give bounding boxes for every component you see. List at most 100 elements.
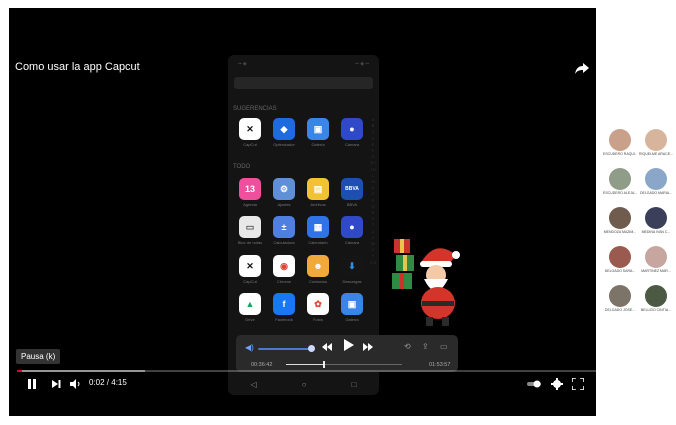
phone-app-label: Facebook [275,317,293,322]
phone-status-bar: ▪▪ ◆ ▪▪ ◆ ▪▪ [238,61,369,67]
phone-app-label: Calculadora [273,240,295,245]
phone-app-label: Archivos [310,202,326,207]
avatar [645,129,667,151]
media-popup: ◀) ⟲ ⇪ ▭ 00:36:42 01:53:57 [236,335,458,372]
participant-tile[interactable]: MARTINEZ MAR... [639,244,673,278]
phone-app-icon: ✿ Fotos [304,293,332,322]
phone-app-glyph: ● [341,118,363,140]
phone-app-icon: ◆ Optimizador [270,118,298,147]
phone-section-all: TODO [233,164,251,170]
phone-app-icon: ● Cámara [338,118,366,147]
phone-app-icon: ✕ CapCut [236,118,264,147]
video-played-bar [17,370,22,372]
video-player[interactable]: Como usar la app Capcut ▪▪ ◆ ▪▪ ◆ ▪▪ SUGE… [9,8,596,416]
phone-app-glyph: ● [341,216,363,238]
santa-sticker [386,233,476,333]
participant-tile[interactable]: DELGADO JOSE... [603,283,637,317]
share-icon[interactable] [574,60,590,76]
participant-name: MENDOZA MAZIM... [603,230,637,234]
phone-app-label: Descargas [342,279,362,284]
phone-app-glyph: f [273,293,295,315]
avatar [609,168,631,190]
participant-name: MEDINA IVAN C... [641,230,671,234]
avatar [609,285,631,307]
participant-name: RIQUELME ARACE... [639,152,673,156]
participant-name: DELGADO JOSE... [604,308,636,312]
phone-app-icon: 13 Agenda [236,178,264,207]
phone-app-icon: ▲ Drive [236,293,264,322]
popup-progress-fill [286,364,324,365]
phone-app-icon: ▣ Galería [304,118,332,147]
phone-app-glyph: BBVA [341,178,363,200]
popup-pip-icon: ▭ [440,342,448,351]
phone-app-glyph: ☻ [307,255,329,277]
phone-app-icon: f Facebook [270,293,298,322]
phone-app-glyph: ✕ [239,255,261,277]
phone-app-glyph: ◆ [273,118,295,140]
popup-loop-icon: ⟲ [404,342,411,351]
phone-app-glyph: ▣ [307,118,329,140]
popup-rewind-icon [321,340,333,358]
fullscreen-icon[interactable] [571,377,585,395]
participant-tile[interactable]: RIQUELME ARACE... [639,127,673,161]
phone-app-icon: ▣ Galería [338,293,366,322]
participant-tile[interactable]: MENDOZA MAZIM... [603,205,637,239]
video-buffered-bar [17,370,145,372]
popup-forward-icon [362,340,374,358]
popup-share-icon: ⇪ [422,342,429,351]
participant-tile[interactable]: MEDINA IVAN C... [639,205,673,239]
popup-volume-bar [258,348,310,350]
phone-app-label: Cámara [344,142,360,147]
next-icon[interactable] [50,377,62,395]
recents-icon: □ [351,379,357,389]
phone-app-label: Bloc de notas [237,240,263,245]
phone-app-glyph: ◉ [273,255,295,277]
phone-app-label: CapCut [243,142,257,147]
phone-app-glyph: ▣ [341,293,363,315]
participant-name: ESCUDERO ALEJA... [603,191,637,195]
participant-tile[interactable]: DELGADO MARIA... [639,166,673,200]
phone-app-icon: ± Calculadora [270,216,298,245]
participant-tile[interactable]: ESCUDERO RAQUI... [603,127,637,161]
phone-app-icon: ⚙ Ajustes [270,178,298,207]
video-progress-bar[interactable] [17,370,596,372]
phone-app-glyph: ▲ [239,293,261,315]
video-time: 0:02 / 4:15 [89,378,127,387]
participant-tile[interactable]: BELLIDO CINTIA... [639,283,673,317]
phone-app-glyph: ± [273,216,295,238]
phone-app-label: Ajustes [277,202,291,207]
avatar [609,246,631,268]
phone-app-icon: ✕ CapCut [236,255,264,284]
participant-name: ESCUDERO RAQUI... [603,152,637,156]
phone-alphabet-index: A B C D E F G H I J K L M N O P Q R S T … [370,117,376,265]
phone-app-label: Calendario [308,240,328,245]
autoplay-toggle-icon[interactable] [527,377,541,395]
phone-app-icon: BBVA BBVA [338,178,366,207]
phone-app-label: CapCut [243,279,257,284]
phone-app-label: Drive [245,317,255,322]
phone-nav-bar: ◁ ○ □ [228,377,379,391]
participant-tile[interactable]: ESCUDERO ALEJA... [603,166,637,200]
phone-app-icon: ◉ Chrome [270,255,298,284]
pause-icon[interactable] [26,377,38,395]
phone-search-bar [234,77,373,89]
phone-app-label: Galería [311,142,325,147]
home-icon: ○ [301,379,307,389]
video-title[interactable]: Como usar la app Capcut [15,61,140,73]
phone-app-glyph: ▦ [307,216,329,238]
avatar [609,207,631,229]
phone-app-label: BBVA [346,202,358,207]
avatar [645,246,667,268]
volume-icon[interactable] [69,377,81,395]
avatar [609,129,631,151]
phone-app-label: Agenda [243,202,257,207]
phone-app-glyph: 13 [239,178,261,200]
popup-elapsed-time: 00:36:42 [251,362,273,368]
phone-app-glyph: ⬇ [341,255,363,277]
phone-app-glyph: ✿ [307,293,329,315]
pause-tooltip: Pausa (k) [16,349,61,364]
phone-app-label: Fotos [312,317,323,322]
phone-app-glyph: ✕ [239,118,261,140]
settings-icon[interactable] [551,377,563,395]
participant-tile[interactable]: DELGADO SARA... [603,244,637,278]
